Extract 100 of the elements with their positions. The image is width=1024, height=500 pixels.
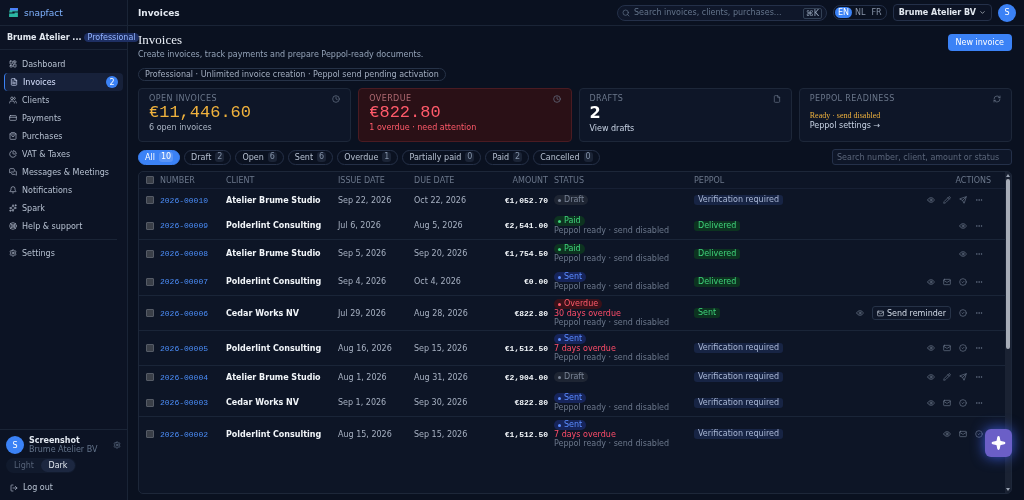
peppol-note: Peppol ready · send disabled <box>554 403 670 412</box>
user-avatar: S <box>6 436 24 454</box>
due-date: Oct 22, 2026 <box>414 195 467 205</box>
plan-badge: Professional <box>84 33 139 42</box>
issue-date: Sep 4, 2026 <box>338 277 388 286</box>
client-name: Polderlint Consulting <box>226 221 323 230</box>
issue-date: Jul 29, 2026 <box>338 308 387 318</box>
invoice-number-link[interactable]: 2026-00002 <box>160 429 226 439</box>
nav-item[interactable]: Messages & Meetings <box>4 163 123 181</box>
due-date: Sep 20, 2026 <box>414 249 469 258</box>
send-reminder-button[interactable]: Send reminder <box>871 306 951 320</box>
issue-date: Sep 1, 2026 <box>338 398 388 407</box>
client-name: Atelier Brume Studio <box>226 249 322 258</box>
invoice-number-link[interactable]: 2026-00006 <box>160 308 226 318</box>
column-header: PEPPOL <box>694 175 726 185</box>
due-date: Sep 30, 2026 <box>414 398 469 407</box>
client-name: Cedar Works NV <box>226 398 300 407</box>
invoice-number-link[interactable]: 2026-00009 <box>160 221 226 230</box>
due-date: Aug 28, 2026 <box>414 308 469 318</box>
overdue-note: 30 days overdue <box>554 309 621 318</box>
peppol-badge: Delivered <box>694 220 741 231</box>
peppol-note: Peppol ready · send disabled <box>554 254 670 263</box>
user-avatar[interactable]: S <box>998 3 1016 22</box>
card-value: 2 <box>589 103 602 123</box>
nav-item[interactable]: Clients <box>4 91 123 109</box>
language-option[interactable]: EN <box>835 7 853 18</box>
invoice-number-link[interactable]: 2026-00003 <box>160 398 226 407</box>
client-name: Polderlint Consulting <box>226 277 323 286</box>
status-badge: Overdue <box>554 299 603 309</box>
user-org: Brume Atelier BV <box>29 445 98 454</box>
status-badge: Draft <box>554 195 589 205</box>
client-name: Atelier Brume Studio <box>226 372 322 382</box>
peppol-note: Peppol ready · send disabled <box>554 439 670 448</box>
logo-text: snapfact <box>24 7 63 18</box>
due-date: Aug 31, 2026 <box>414 372 469 382</box>
invoice-number-link[interactable]: 2026-00008 <box>160 249 226 258</box>
card-label: OPEN INVOICES <box>149 94 217 103</box>
issue-date: Aug 15, 2026 <box>338 429 393 439</box>
page-title: Invoices <box>138 32 184 48</box>
column-header: DUE DATE <box>414 175 456 185</box>
nav-item[interactable]: Spark <box>4 199 123 217</box>
peppol-settings-link[interactable]: Peppol settings → <box>809 121 1001 130</box>
issue-date: Aug 1, 2026 <box>338 372 388 382</box>
card-label: PEPPOL READINESS <box>809 94 895 103</box>
logout-link[interactable]: Log out <box>6 477 121 496</box>
amount: €1,512.50 <box>503 343 549 353</box>
peppol-badge: Verification required <box>694 195 783 205</box>
status-badge: Sent <box>554 334 587 344</box>
peppol-note: Peppol ready · send disabled <box>554 282 670 291</box>
peppol-badge: Delivered <box>694 248 741 259</box>
count-badge: 2 <box>106 76 118 88</box>
client-name: Polderlint Consulting <box>226 429 323 439</box>
nav-item[interactable]: Settings <box>4 244 123 262</box>
table-search-field[interactable]: Search number, client, amount or status <box>832 149 1012 165</box>
client-name: Polderlint Consulting <box>226 343 323 353</box>
card-value: €11,446.60 <box>149 103 253 123</box>
due-date: Sep 15, 2026 <box>414 429 469 439</box>
overdue-note: 7 days overdue <box>554 344 616 353</box>
invoice-number-link[interactable]: 2026-00010 <box>160 195 226 205</box>
card-note: 1 overdue · need attention <box>369 123 478 132</box>
nav-item[interactable]: VAT & Taxes <box>4 145 123 163</box>
invoice-number-link[interactable]: 2026-00004 <box>160 372 226 382</box>
filter-chip[interactable]: All 10 <box>138 149 181 165</box>
amount: €1,754.50 <box>503 249 549 258</box>
amount: €2,541.00 <box>503 221 549 230</box>
due-date: Oct 4, 2026 <box>414 277 462 286</box>
nav-item[interactable]: Payments <box>4 109 123 127</box>
nav-item[interactable]: Dashboard <box>4 55 123 73</box>
theme-option[interactable]: Dark <box>41 459 75 472</box>
due-date: Aug 5, 2026 <box>414 221 464 230</box>
overdue-note: 7 days overdue <box>554 430 616 439</box>
status-badge: Sent <box>554 393 587 403</box>
column-header: AMOUNT <box>511 175 549 185</box>
nav-item[interactable]: Help & support <box>4 217 123 235</box>
nav-item[interactable]: Purchases <box>4 127 123 145</box>
language-option[interactable]: FR <box>868 7 885 18</box>
status-badge: Paid <box>554 244 585 254</box>
amount: €1,052.70 <box>503 195 549 205</box>
invoice-number-link[interactable]: 2026-00007 <box>160 277 226 286</box>
company-switcher[interactable]: Brume Atelier BV <box>892 4 992 21</box>
nav-item[interactable]: Invoices 2 <box>4 73 123 91</box>
peppol-status: Ready · send disabled <box>809 111 882 120</box>
issue-date: Jul 6, 2026 <box>338 221 382 230</box>
user-name: Screenshot <box>29 436 81 445</box>
language-option[interactable]: NL <box>852 7 869 18</box>
client-name: Atelier Brume Studio <box>226 195 322 205</box>
status-badge: Paid <box>554 216 585 226</box>
peppol-badge: Verification required <box>694 343 783 353</box>
card-note: 6 open invoices <box>149 123 213 132</box>
page-subtitle: Create invoices, track payments and prepare Peppol-ready documents. <box>138 50 425 59</box>
new-invoice-button[interactable]: New invoice <box>947 34 1012 51</box>
issue-date: Aug 16, 2026 <box>338 343 393 353</box>
nav-item[interactable]: Notifications <box>4 181 123 199</box>
invoice-number-link[interactable]: 2026-00005 <box>160 343 226 353</box>
peppol-badge: Verification required <box>694 372 783 382</box>
issue-date: Sep 22, 2026 <box>338 195 393 205</box>
view-drafts-link[interactable]: View drafts <box>589 124 781 133</box>
due-date: Sep 15, 2026 <box>414 343 469 353</box>
peppol-badge: Verification required <box>694 429 783 439</box>
org-name: Brume Atelier ... <box>7 33 82 42</box>
